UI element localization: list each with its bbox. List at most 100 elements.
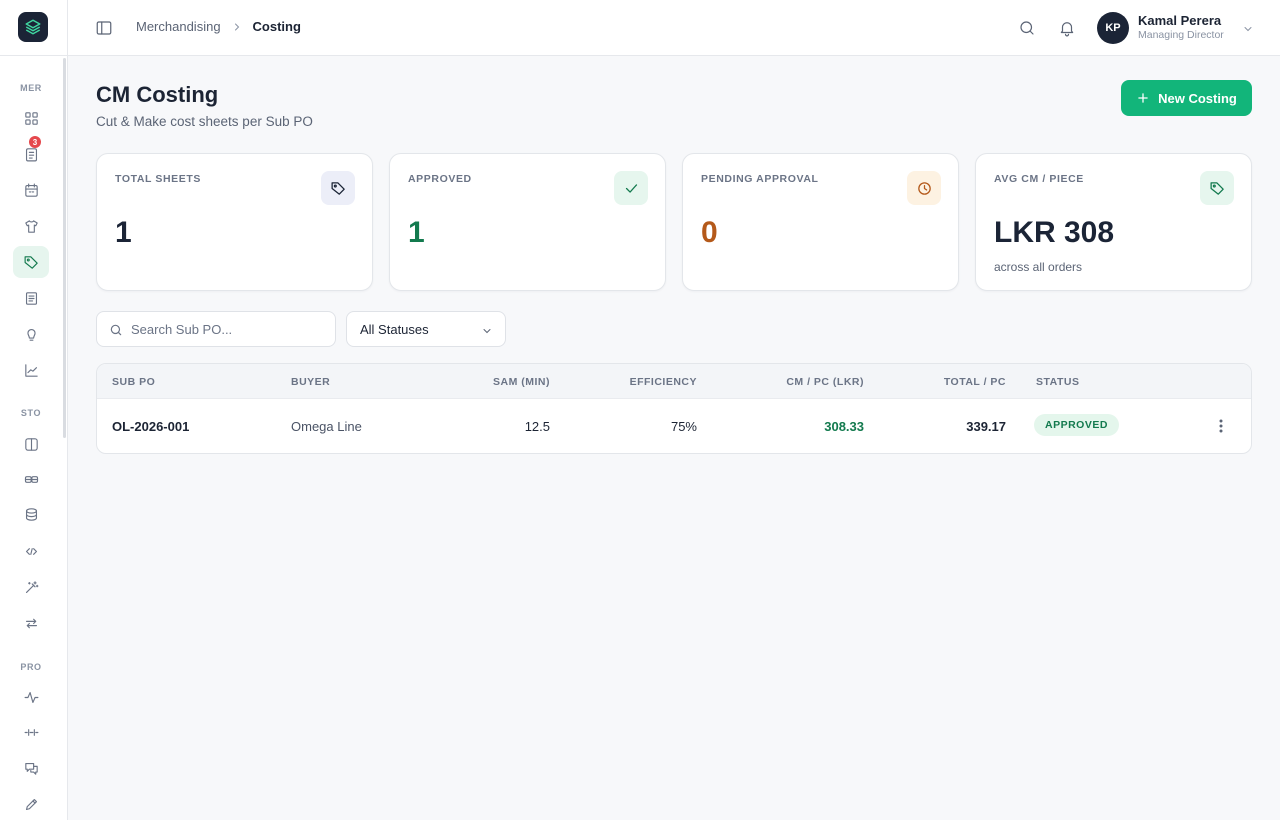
status-filter-select[interactable]: All Statuses: [346, 311, 506, 347]
section-label-production: PRO: [20, 662, 42, 672]
top-bar: Merchandising Costing KP Kamal Perera Ma…: [68, 0, 1280, 56]
cell-sub-po[interactable]: OL-2026-001: [112, 419, 189, 434]
activity-icon: [24, 691, 38, 703]
status-filter-value: All Statuses: [360, 322, 429, 337]
stat-card-total-sheets: TOTAL SHEETS 1: [96, 153, 373, 291]
tag-icon: [321, 171, 355, 205]
orders-badge: 3: [29, 136, 41, 148]
column-header-sub-po[interactable]: SUB PO: [112, 376, 155, 388]
stat-card-approved: APPROVED 1: [389, 153, 666, 291]
sidebar-item-costing[interactable]: [13, 246, 49, 278]
orders-icon: [25, 147, 37, 161]
sidebar-item-documents[interactable]: [13, 282, 49, 314]
calendar-icon: [24, 183, 38, 197]
document-icon: [25, 291, 37, 305]
clock-icon: [907, 171, 941, 205]
page-subtitle: Cut & Make cost sheets per Sub PO: [96, 114, 313, 129]
new-costing-label: New Costing: [1158, 90, 1237, 106]
costing-table: SUB PO BUYER SAM (MIN) EFFICIENCY CM / P…: [96, 363, 1252, 454]
lightbulb-icon: [26, 328, 36, 341]
pencil-icon: [25, 798, 37, 810]
sidebar-item-calendar[interactable]: [13, 174, 49, 206]
search-icon: [1020, 21, 1034, 35]
breadcrumb-merchandising[interactable]: Merchandising: [136, 19, 221, 34]
sidebar-item-orders[interactable]: 3: [13, 136, 49, 170]
more-vertical-icon: [1219, 419, 1223, 433]
shirt-icon: [24, 219, 38, 233]
search-input[interactable]: [131, 312, 331, 346]
chevron-down-icon: [483, 329, 491, 334]
sidebar-item-activity[interactable]: [13, 681, 49, 713]
breadcrumb-costing: Costing: [252, 19, 301, 34]
breadcrumb: Merchandising Costing: [136, 19, 301, 34]
sidebar: MER 3 STO PRO: [0, 0, 68, 820]
notifications-button[interactable]: [1056, 17, 1078, 39]
sidebar-item-messages[interactable]: [13, 752, 49, 784]
sidebar-item-styles[interactable]: [13, 210, 49, 242]
row-actions-button[interactable]: [1211, 417, 1231, 435]
plus-icon: [1138, 93, 1148, 103]
page-title: CM Costing: [96, 82, 219, 107]
sidebar-item-dashboard[interactable]: [13, 102, 49, 134]
sidebar-item-catalog[interactable]: [13, 428, 49, 460]
stat-value: 0: [701, 216, 718, 249]
tag-icon: [24, 255, 38, 269]
book-icon: [24, 437, 38, 451]
layers-icon: [25, 19, 41, 35]
chat-icon: [24, 762, 38, 775]
column-header-total-pc[interactable]: TOTAL / PC: [944, 376, 1006, 388]
stat-label: PENDING APPROVAL: [701, 173, 819, 185]
user-role: Managing Director: [1138, 29, 1224, 41]
sidebar-item-lines[interactable]: [13, 716, 49, 748]
cell-total-pc: 339.17: [966, 419, 1006, 434]
sidebar-toggle-button[interactable]: [94, 18, 114, 38]
cell-buyer: Omega Line: [291, 419, 362, 434]
search-icon: [110, 324, 122, 336]
database-icon: [25, 507, 37, 521]
column-header-cm-pc[interactable]: CM / PC (LKR): [786, 376, 864, 388]
sidebar-divider: [0, 55, 68, 56]
sidebar-item-ideas[interactable]: [13, 318, 49, 350]
table-header: SUB PO BUYER SAM (MIN) EFFICIENCY CM / P…: [97, 364, 1251, 399]
cell-efficiency: 75%: [670, 419, 697, 434]
transfer-icon: [25, 618, 37, 628]
stat-value: LKR 308: [994, 216, 1115, 249]
cell-cm-pc: 308.33: [824, 419, 864, 434]
column-header-buyer[interactable]: BUYER: [291, 376, 330, 388]
stat-note: across all orders: [994, 260, 1083, 274]
chevron-down-icon[interactable]: [1242, 22, 1254, 40]
line-icon: [24, 728, 38, 736]
search-button[interactable]: [1016, 17, 1038, 39]
column-header-status[interactable]: STATUS: [1036, 376, 1079, 388]
wand-icon: [25, 580, 38, 593]
rack-icon: [24, 475, 38, 483]
column-header-sam[interactable]: SAM (MIN): [493, 376, 550, 388]
stat-label: AVG CM / PIECE: [994, 173, 1084, 185]
new-costing-button[interactable]: New Costing: [1121, 80, 1252, 116]
column-header-efficiency[interactable]: EFFICIENCY: [630, 376, 697, 388]
panel-left-icon: [96, 21, 112, 35]
code-icon: [25, 547, 37, 555]
sidebar-item-reports[interactable]: [13, 354, 49, 386]
sidebar-item-tools[interactable]: [13, 571, 49, 603]
sidebar-item-inventory[interactable]: [13, 498, 49, 530]
cell-sam: 12.5: [524, 419, 550, 434]
status-badge: APPROVED: [1034, 414, 1119, 436]
chevron-right-icon: [231, 21, 243, 33]
search-field[interactable]: [96, 311, 336, 347]
avatar[interactable]: KP: [1097, 12, 1129, 44]
sidebar-item-transfers[interactable]: [13, 607, 49, 639]
dashboard-icon: [24, 111, 38, 125]
sidebar-scrollbar[interactable]: [63, 58, 66, 438]
sidebar-item-racks[interactable]: [13, 463, 49, 495]
section-label-store: STO: [20, 408, 42, 418]
sidebar-item-edit[interactable]: [13, 788, 49, 820]
user-name[interactable]: Kamal Perera: [1138, 13, 1221, 28]
stat-label: APPROVED: [408, 173, 472, 185]
stat-value: 1: [115, 216, 132, 249]
chart-icon: [24, 363, 38, 377]
section-label-merchandising: MER: [20, 83, 42, 93]
sidebar-item-integrations[interactable]: [13, 535, 49, 567]
app-logo[interactable]: [18, 12, 48, 42]
bell-icon: [1060, 22, 1074, 37]
